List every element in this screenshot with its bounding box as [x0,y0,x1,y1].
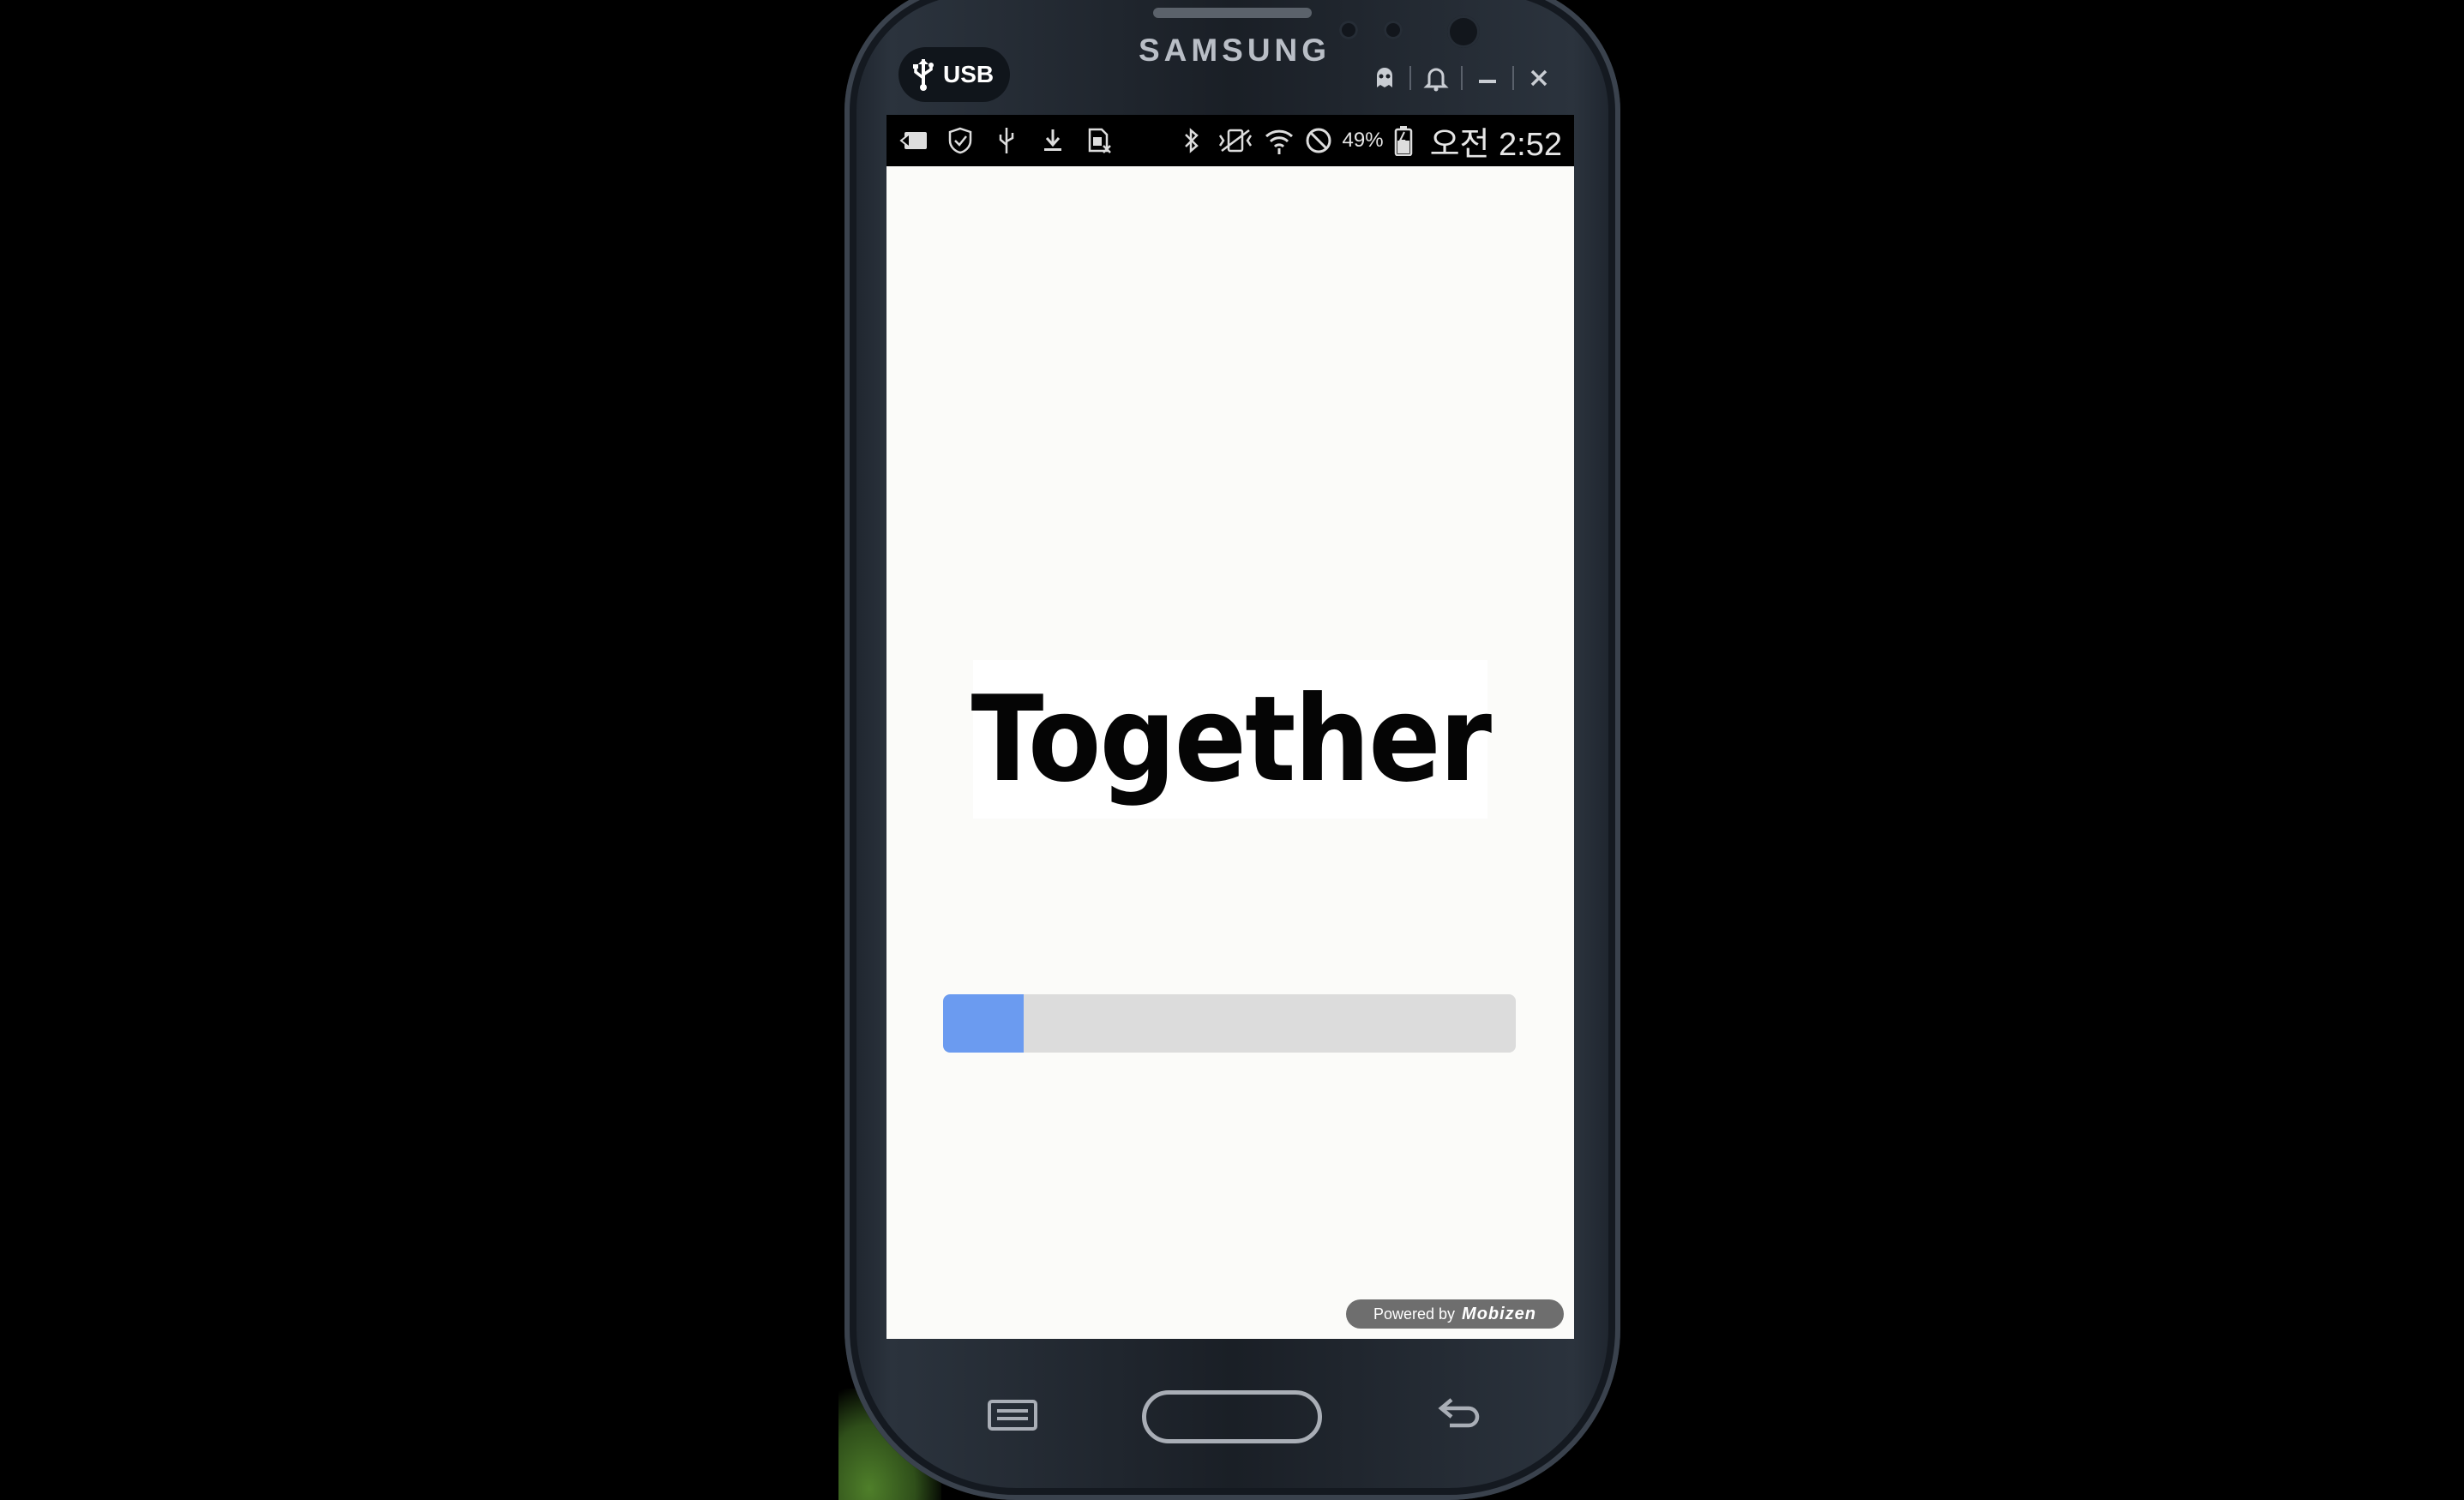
proximity-sensor [1339,21,1358,39]
back-key-icon[interactable] [1432,1389,1488,1437]
mobizen-logo: Mobizen [1462,1304,1537,1323]
loading-progress-bar [943,994,1516,1053]
front-camera [1447,15,1480,48]
control-divider [1512,66,1514,90]
sim-icon [1084,123,1115,158]
powered-by-label: Powered by [1373,1305,1456,1323]
control-divider [1461,66,1463,90]
wifi-icon [1264,123,1295,158]
no-signal-icon [1303,123,1334,158]
window-controls [1368,62,1555,94]
android-status-bar: 49% 오전 2:52 [886,115,1574,166]
device-brand: SAMSUNG [1138,33,1331,68]
menu-key-icon[interactable] [984,1395,1041,1435]
vibrate-mute-icon [1216,123,1255,158]
home-key[interactable] [1142,1390,1322,1443]
bluetooth-icon [1176,123,1207,158]
app-title: Together [971,670,1491,808]
control-divider [1409,66,1411,90]
minimize-icon[interactable] [1471,62,1504,94]
download-icon [1037,123,1068,158]
progress-fill [943,994,1024,1053]
screen-mirror-icon [898,123,929,158]
app-logo: Together [971,660,1492,819]
status-clock: 오전 2:52 [1429,126,1562,163]
battery-percentage: 49% [1342,129,1384,152]
bell-icon[interactable] [1420,62,1452,94]
shield-icon [945,123,976,158]
usb-icon [913,59,934,91]
powered-by-badge: Powered by Mobizen [1346,1299,1564,1329]
close-icon[interactable] [1523,62,1555,94]
battery-charging-icon [1392,123,1415,158]
ghost-icon[interactable] [1368,62,1401,94]
light-sensor [1384,21,1403,39]
usb-connection-button[interactable]: USB [898,47,1010,102]
earpiece-speaker [1153,8,1312,18]
usb-icon [991,123,1022,158]
usb-label: USB [943,61,995,87]
